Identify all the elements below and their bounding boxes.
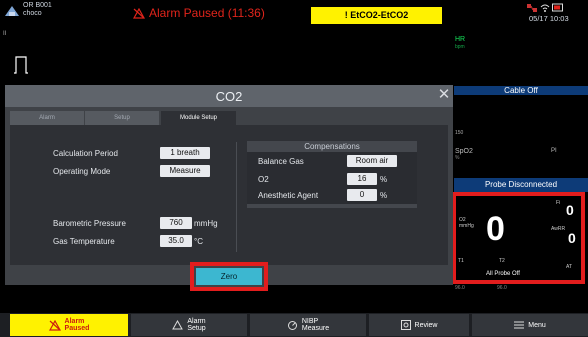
anesthetic-agent-input[interactable]: 0 <box>347 189 377 201</box>
etco2-value: 0 <box>486 210 505 248</box>
anesthetic-agent-unit: % <box>380 191 388 200</box>
calc-period-label: Calculation Period <box>53 149 118 158</box>
balance-gas-select[interactable]: Room air <box>347 155 397 167</box>
bed-icon <box>5 6 19 16</box>
scale-value: 150 <box>455 130 464 136</box>
review-icon <box>400 320 411 330</box>
nibp-line2: Measure <box>301 325 330 332</box>
active-alarm-message[interactable]: ! EtCO2-EtCO2 <box>311 7 442 24</box>
alarm-paused-text: Alarm Paused (11:36) <box>149 6 265 20</box>
menu-label: Menu <box>528 321 546 329</box>
cable-off-banner: Cable Off <box>454 86 588 95</box>
tab-setup[interactable]: Setup <box>85 111 159 125</box>
baro-unit: mmHg <box>194 219 218 228</box>
datetime: 05/17 10:03 <box>529 14 569 23</box>
balance-gas-label: Balance Gas <box>258 157 304 166</box>
zero-button[interactable]: Zero <box>196 268 262 285</box>
module-setup-panel: Calculation Period 1 breath Operating Mo… <box>10 125 448 265</box>
bottom-toolbar: Alarm Paused Alarm Setup NIBP Measure Re… <box>0 313 588 337</box>
tab-alarm[interactable]: Alarm <box>10 111 84 125</box>
alarm-paused-icon <box>133 7 145 19</box>
baro-pressure-label: Barometric Pressure <box>53 219 126 228</box>
patient-info[interactable]: OR B001 choco <box>4 2 52 18</box>
compensations-footer <box>247 204 417 208</box>
compensations-title: Compensations <box>247 141 417 152</box>
o2-comp-label: O2 <box>258 175 269 184</box>
nibp-line1: NIBP <box>301 318 319 325</box>
dialog-title: CO2 <box>215 89 243 104</box>
gas-temp-input[interactable]: 35.0 <box>160 235 192 247</box>
top-status-bar: OR B001 choco Alarm Paused (11:36) ! EtC… <box>0 0 588 30</box>
temp-value-1: 96.0 <box>455 285 465 291</box>
fico2-value: 0 <box>566 202 574 218</box>
battery-icon <box>552 3 563 12</box>
alarm-paused-line2: Paused <box>64 325 90 332</box>
wifi-icon <box>540 4 550 12</box>
review-button[interactable]: Review <box>369 314 469 336</box>
patient-name: choco <box>23 10 42 17</box>
compensations-panel: Compensations Balance Gas Room air O2 16… <box>247 141 417 208</box>
zero-button-highlight: Zero <box>190 262 268 291</box>
alarm-setup-button[interactable]: Alarm Setup <box>131 314 247 336</box>
t2-label: T2 <box>499 258 505 264</box>
menu-button[interactable]: Menu <box>472 314 588 336</box>
co2-dialog: CO2 ✕ Alarm Setup Module Setup Calculati… <box>5 85 453 285</box>
pi-label: PI <box>551 148 557 154</box>
spo2-unit: % <box>455 155 460 161</box>
spo2-label: SpO2 <box>455 148 473 155</box>
panel-divider <box>236 142 237 252</box>
alarm-paused-button[interactable]: Alarm Paused <box>10 314 128 336</box>
probe-disconnected-banner: Probe Disconnected <box>454 178 588 192</box>
hr-label: HR <box>455 36 466 43</box>
o2-comp-unit: % <box>380 175 388 184</box>
nibp-measure-button[interactable]: NIBP Measure <box>250 314 366 336</box>
tab-module-setup[interactable]: Module Setup <box>161 111 236 125</box>
o2-comp-input[interactable]: 16 <box>347 173 377 185</box>
status-icons <box>526 3 564 13</box>
room-label: OR B001 <box>23 2 52 9</box>
ecg-lead-label: II <box>3 31 7 37</box>
network-icon <box>527 4 537 12</box>
alarm-setup-line1: Alarm <box>187 318 206 325</box>
probe-off-message: All Probe Off <box>486 271 520 277</box>
alarm-paused-line1: Alarm <box>64 318 85 325</box>
calc-period-select[interactable]: 1 breath <box>160 147 210 159</box>
baro-pressure-input[interactable]: 760 <box>160 217 192 229</box>
operating-mode-select[interactable]: Measure <box>160 165 210 177</box>
anesthetic-agent-label: Anesthetic Agent <box>258 191 319 200</box>
alarm-setup-icon <box>172 320 184 330</box>
operating-mode-label: Operating Mode <box>53 167 111 176</box>
alarm-paused-icon <box>48 319 61 331</box>
gas-temp-label: Gas Temperature <box>53 237 115 246</box>
co2-unit-label: mmHg <box>459 223 474 229</box>
gas-temp-unit: °C <box>194 237 203 246</box>
awrr-value: 0 <box>568 230 576 246</box>
fi-label: Fi <box>556 200 561 206</box>
pulse-waveform <box>14 56 28 74</box>
t1-label: T1 <box>458 258 464 264</box>
dialog-header: CO2 ✕ <box>5 85 453 107</box>
close-icon[interactable]: ✕ <box>436 87 452 103</box>
at-label: AT <box>566 264 573 270</box>
alarm-paused-banner: Alarm Paused (11:36) <box>133 6 265 20</box>
menu-icon <box>514 321 525 329</box>
co2-parameter-panel[interactable]: O2 mmHg Fi 0 0 AwRR 0 T1 T2 AT All Probe… <box>452 192 585 284</box>
review-label: Review <box>414 321 438 329</box>
alarm-setup-line2: Setup <box>187 325 206 332</box>
awrr-label: AwRR <box>551 226 566 232</box>
nibp-icon <box>287 320 297 330</box>
temp-value-2: 96.0 <box>497 285 507 291</box>
hr-unit: bpm <box>455 44 465 50</box>
